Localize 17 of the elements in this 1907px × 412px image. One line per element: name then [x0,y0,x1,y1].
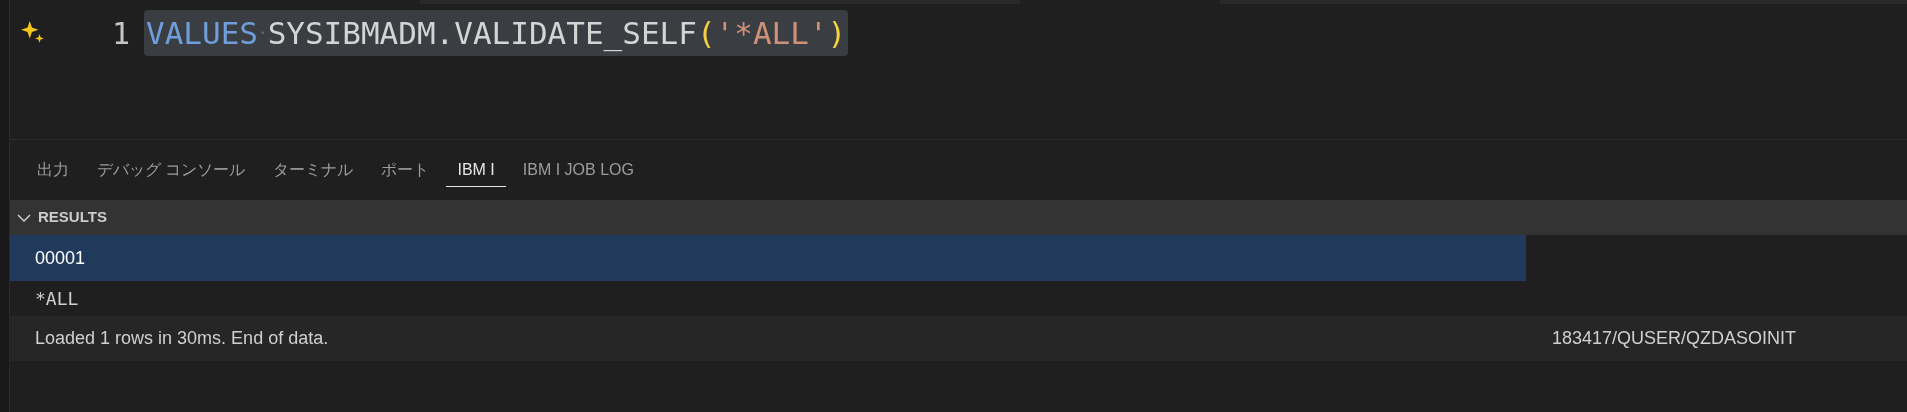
section-title: RESULTS [38,207,107,228]
panel-tab[interactable]: IBM I JOB LOG [511,153,645,187]
results-header[interactable]: RESULTS [10,200,1907,235]
line-number: 1 [110,14,130,53]
panel-tab[interactable]: ポート [370,153,441,187]
status-message: Loaded 1 rows in 30ms. End of data. [35,327,329,350]
result-cell-text: 00001 [35,246,86,270]
panel-tab[interactable]: ターミナル [262,153,365,187]
panel-tab[interactable]: IBM I [446,153,506,187]
panel-tab[interactable]: デバッグ コンソール [86,153,257,187]
result-row[interactable]: Loaded 1 rows in 30ms. End of data. [10,316,1526,361]
selected-row[interactable]: 00001 [10,235,1526,281]
sparkle-icon[interactable] [20,20,46,46]
panel-tab[interactable]: 出力 [26,153,80,187]
job-name: 183417/QUSER/QZDASOINIT [1552,327,1797,350]
result-cell-text: *ALL [35,287,79,311]
result-row[interactable]: *ALL [10,281,1526,316]
